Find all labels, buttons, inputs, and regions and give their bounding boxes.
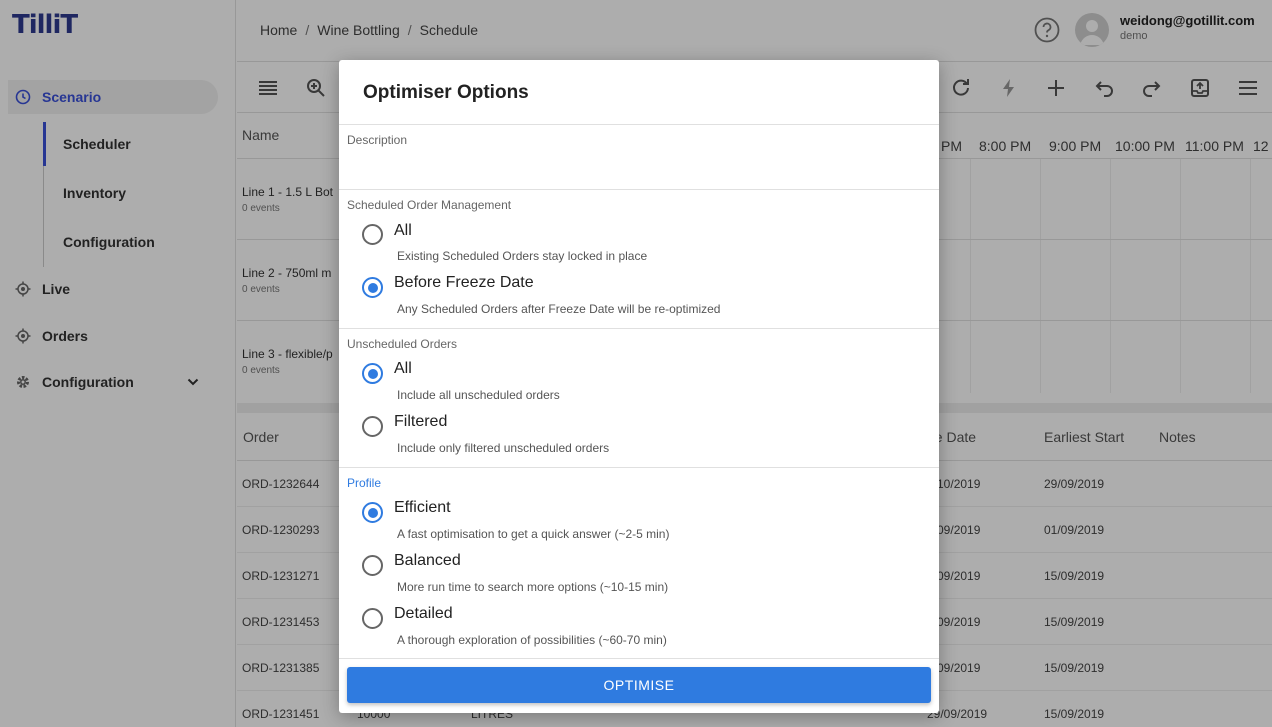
- unscheduled-all-label[interactable]: All: [394, 360, 412, 378]
- unscheduled-orders-label: Unscheduled Orders: [347, 337, 458, 351]
- unscheduled-all-description: Include all unscheduled orders: [397, 388, 560, 402]
- scheduled-before-freeze-label[interactable]: Before Freeze Date: [394, 274, 534, 292]
- profile-detailed-description: A thorough exploration of possibilities …: [397, 633, 667, 647]
- scheduled-all-radio[interactable]: [362, 224, 383, 245]
- scheduled-before-freeze-radio[interactable]: [362, 277, 383, 298]
- scheduled-before-freeze-description: Any Scheduled Orders after Freeze Date w…: [397, 302, 721, 316]
- profile-balanced-radio[interactable]: [362, 555, 383, 576]
- profile-efficient-description: A fast optimisation to get a quick answe…: [397, 527, 670, 541]
- divider: [339, 124, 939, 125]
- description-label: Description: [347, 133, 408, 147]
- divider: [339, 658, 939, 659]
- scheduled-all-description: Existing Scheduled Orders stay locked in…: [397, 249, 648, 263]
- profile-detailed-radio[interactable]: [362, 608, 383, 629]
- unscheduled-all-radio[interactable]: [362, 363, 383, 384]
- description-input[interactable]: [347, 152, 931, 182]
- profile-balanced-description: More run time to search more options (~1…: [397, 580, 669, 594]
- divider: [339, 328, 939, 329]
- dialog-title: Optimiser Options: [363, 82, 529, 103]
- divider: [339, 189, 939, 190]
- optimiser-options-dialog: Optimiser Options Description Scheduled …: [339, 60, 939, 713]
- unscheduled-filtered-label[interactable]: Filtered: [394, 413, 447, 431]
- optimise-button[interactable]: OPTIMISE: [347, 667, 931, 703]
- profile-detailed-label[interactable]: Detailed: [394, 605, 453, 623]
- divider: [339, 467, 939, 468]
- profile-label: Profile: [347, 476, 382, 490]
- profile-efficient-radio[interactable]: [362, 502, 383, 523]
- profile-balanced-label[interactable]: Balanced: [394, 552, 461, 570]
- profile-efficient-label[interactable]: Efficient: [394, 499, 451, 517]
- scheduled-order-management-label: Scheduled Order Management: [347, 198, 512, 212]
- scheduled-all-label[interactable]: All: [394, 222, 412, 240]
- unscheduled-filtered-radio[interactable]: [362, 416, 383, 437]
- unscheduled-filtered-description: Include only filtered unscheduled orders: [397, 441, 610, 455]
